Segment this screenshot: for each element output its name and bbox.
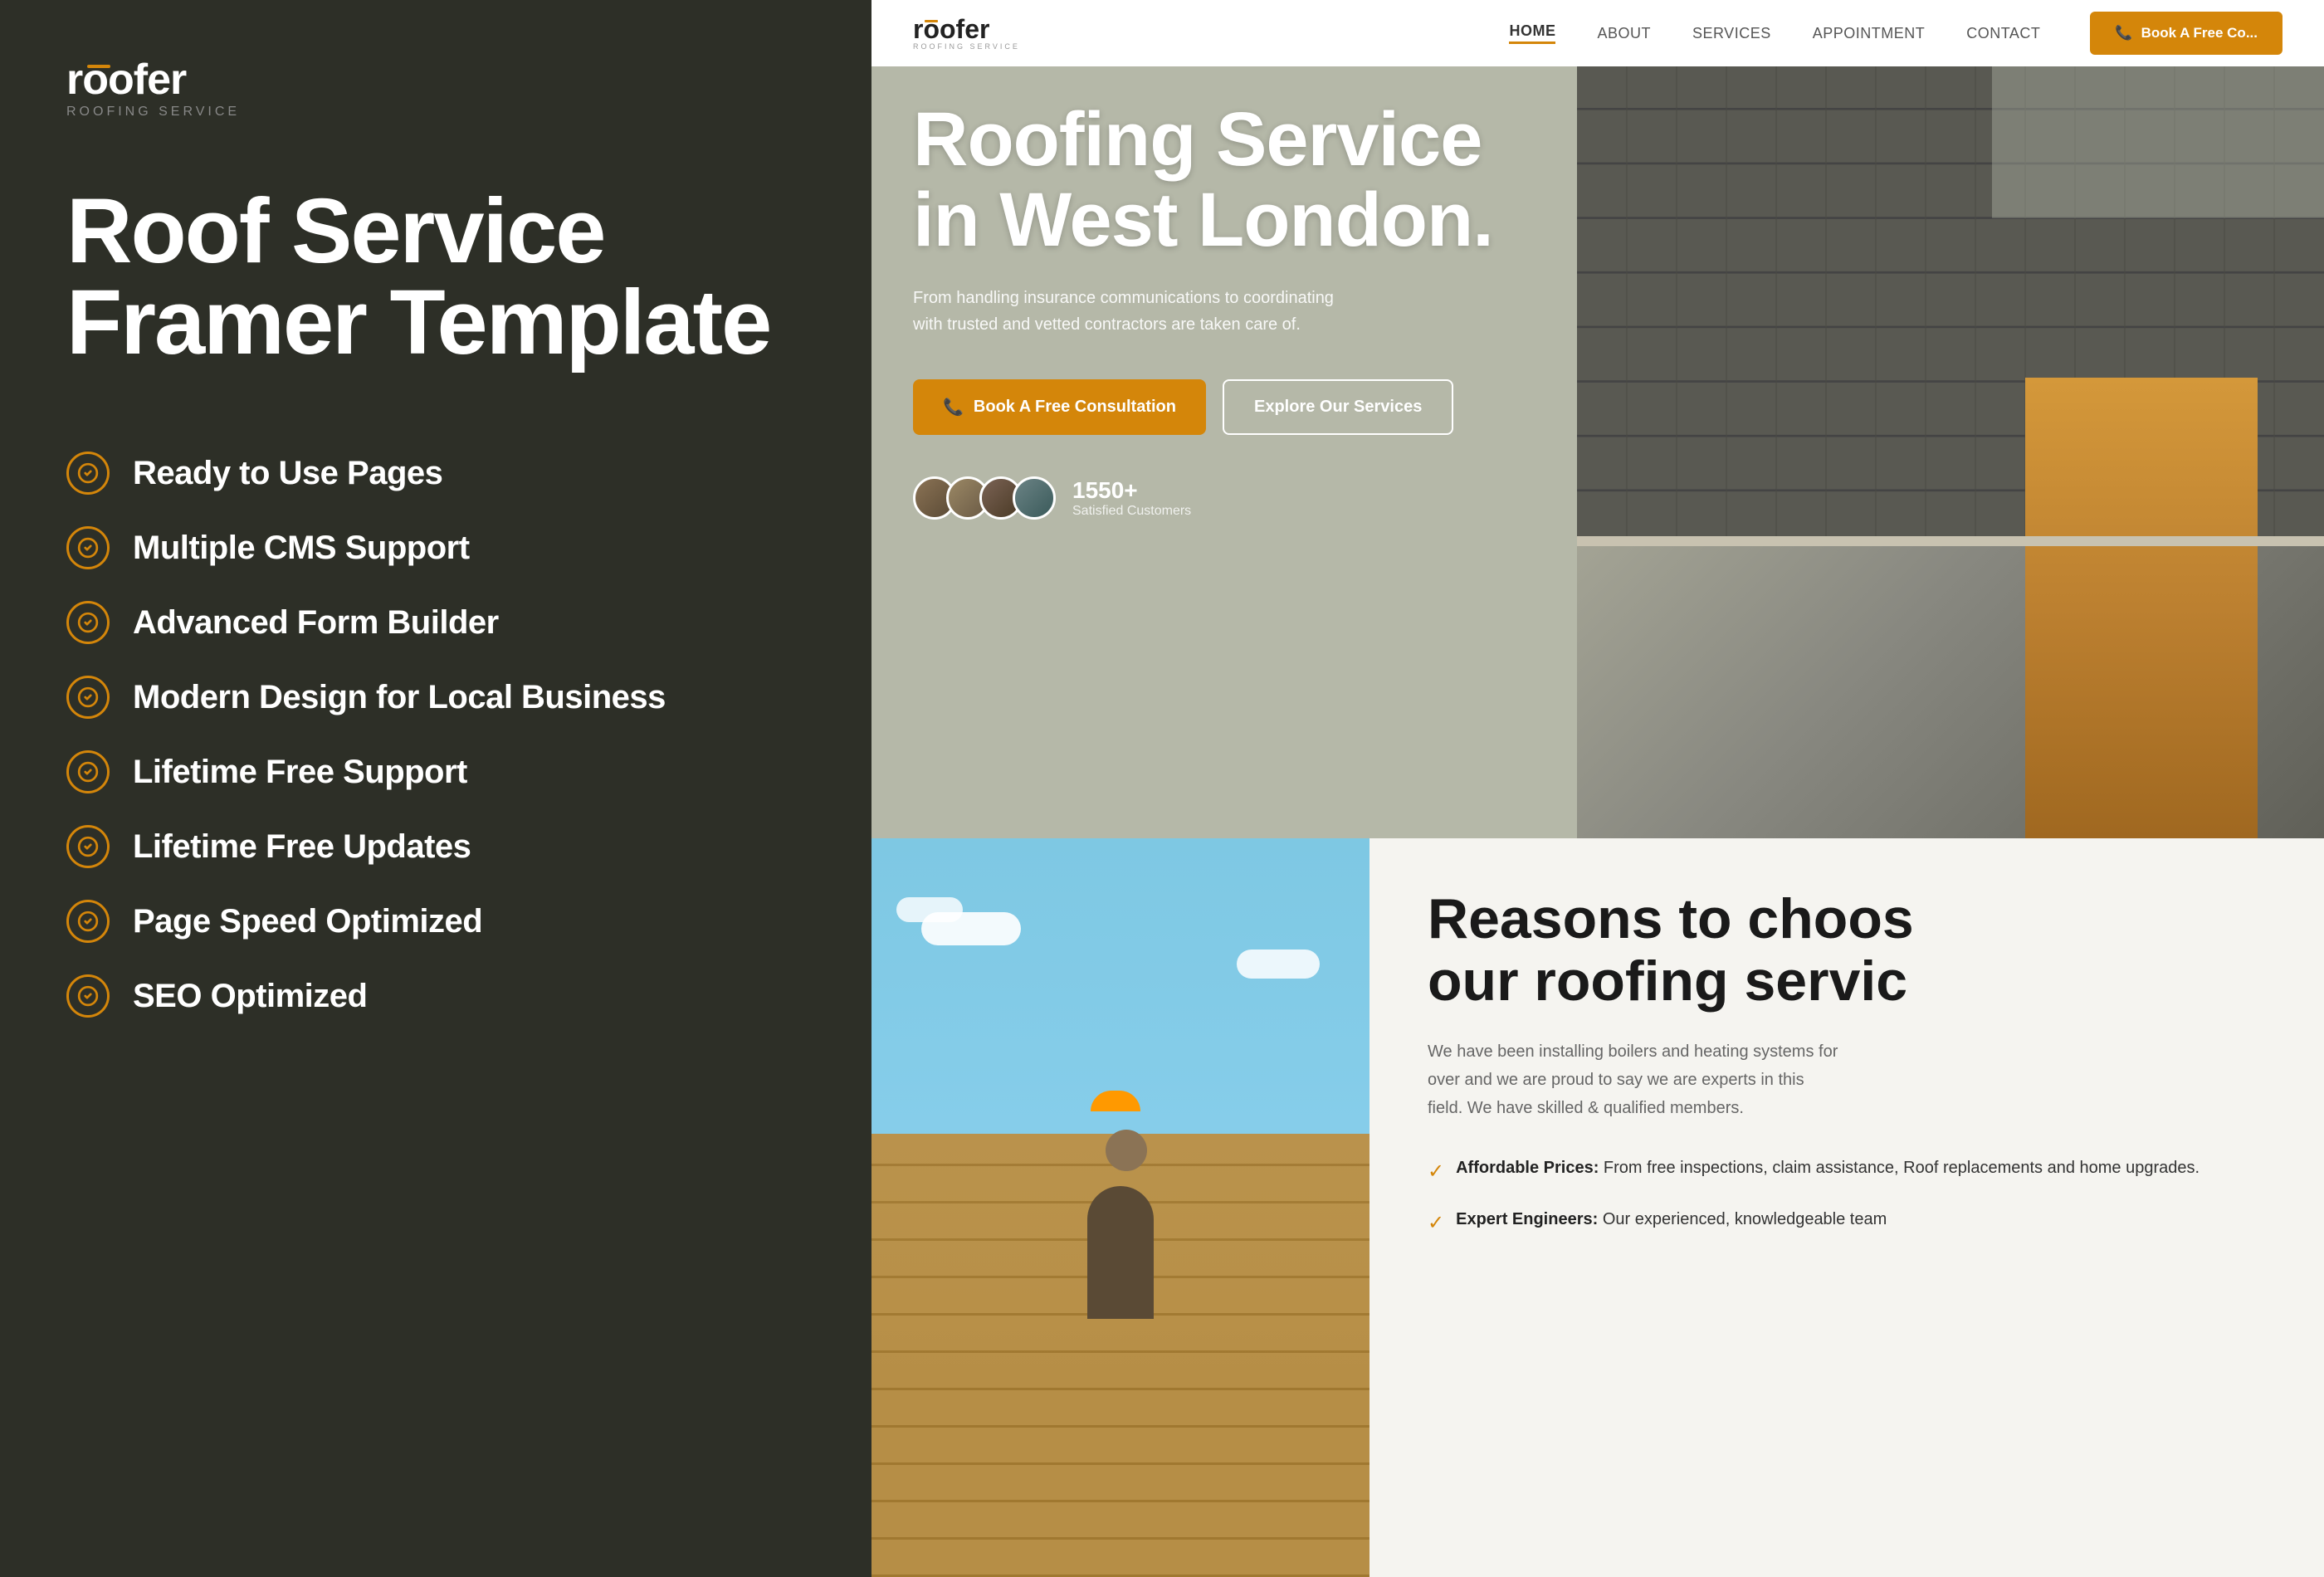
feature-item-ready-pages: Ready to Use Pages: [66, 452, 805, 495]
stats-text: 1550+ Satisfied Customers: [1072, 477, 1191, 519]
feature-item-speed: Page Speed Optimized: [66, 900, 805, 943]
feature-text-form: Advanced Form Builder: [133, 604, 499, 642]
website-bottom-section: Reasons to choos our roofing servic We h…: [872, 838, 2324, 1577]
check-icon-updates: [66, 825, 110, 868]
hero-cta-primary-label: Book A Free Consultation: [974, 398, 1176, 417]
hero-cta-primary[interactable]: 📞 Book A Free Consultation: [913, 379, 1206, 435]
reasons-subtitle: We have been installing boilers and heat…: [1428, 1038, 1843, 1122]
nav-link-appointment[interactable]: APPOINTMENT: [1813, 25, 1926, 42]
stats-number: 1550+: [1072, 477, 1191, 504]
feature-text-seo: SEO Optimized: [133, 978, 367, 1015]
nav-links: HOME ABOUT SERVICES APPOINTMENT CONTACT: [1509, 22, 2040, 44]
right-panel: roofer ROOFING SERVICE HOME ABOUT SERVIC…: [872, 0, 2324, 1577]
nav-logo-text: roofer: [913, 16, 1020, 42]
feature-text-support: Lifetime Free Support: [133, 754, 467, 791]
check-icon-seo: [66, 974, 110, 1018]
feature-item-updates: Lifetime Free Updates: [66, 825, 805, 868]
feature-text-cms: Multiple CMS Support: [133, 530, 470, 567]
hero-stats: 1550+ Satisfied Customers: [913, 476, 1493, 520]
title-line1: Roof Service: [66, 180, 604, 282]
stats-label: Satisfied Customers: [1072, 504, 1191, 519]
reasons-title: Reasons to choos our roofing servic: [1428, 888, 2266, 1013]
left-logo-area: roofer ROOFING SERVICE: [66, 58, 805, 120]
feature-text-updates: Lifetime Free Updates: [133, 828, 471, 866]
hero-title-line1: Roofing Service: [913, 97, 1482, 182]
roof-visual: [1577, 0, 2324, 838]
nav-bar: roofer ROOFING SERVICE HOME ABOUT SERVIC…: [872, 0, 2324, 66]
nav-link-services[interactable]: SERVICES: [1692, 25, 1771, 42]
left-panel: roofer ROOFING SERVICE Roof Service Fram…: [0, 0, 872, 1577]
feature-item-seo: SEO Optimized: [66, 974, 805, 1018]
check-icon-modern: [66, 676, 110, 719]
worker-image-section: [872, 838, 1370, 1577]
nav-link-home[interactable]: HOME: [1509, 22, 1555, 44]
feature-text-ready-pages: Ready to Use Pages: [133, 455, 442, 492]
nav-link-about[interactable]: ABOUT: [1597, 25, 1651, 42]
feature-item-cms: Multiple CMS Support: [66, 526, 805, 569]
worker-image: [872, 838, 1370, 1577]
reason-text-engineers: Expert Engineers: Our experienced, knowl…: [1456, 1207, 1887, 1232]
feature-item-support: Lifetime Free Support: [66, 750, 805, 793]
reason-item-engineers: ✓ Expert Engineers: Our experienced, kno…: [1428, 1207, 2266, 1238]
nav-link-contact[interactable]: CONTACT: [1966, 25, 2040, 42]
avatar-4: [1013, 476, 1056, 520]
feature-text-modern: Modern Design for Local Business: [133, 679, 666, 716]
nav-cta-label: Book A Free Co...: [2141, 25, 2258, 42]
reasons-features: ✓ Affordable Prices: From free inspectio…: [1428, 1155, 2266, 1238]
check-icon-form: [66, 601, 110, 644]
reasons-title-line2: our roofing servic: [1428, 950, 1907, 1013]
check-icon-support: [66, 750, 110, 793]
phone-icon-hero: 📞: [943, 397, 964, 417]
features-list: Ready to Use Pages Multiple CMS Support …: [66, 452, 805, 1018]
hero-cta-secondary-label: Explore Our Services: [1254, 398, 1422, 416]
reason-check-affordable: ✓: [1428, 1157, 1444, 1187]
reasons-section: Reasons to choos our roofing servic We h…: [1370, 838, 2324, 1577]
check-icon-ready-pages: [66, 452, 110, 495]
reason-check-engineers: ✓: [1428, 1208, 1444, 1238]
hero-title: Roofing Service in West London.: [913, 100, 1493, 260]
phone-icon: 📞: [2115, 25, 2132, 42]
feature-item-form: Advanced Form Builder: [66, 601, 805, 644]
roof-image: [1577, 0, 2324, 838]
main-title: Roof Service Framer Template: [66, 186, 805, 369]
reason-item-affordable: ✓ Affordable Prices: From free inspectio…: [1428, 1155, 2266, 1187]
feature-item-modern: Modern Design for Local Business: [66, 676, 805, 719]
hero-cta-secondary[interactable]: Explore Our Services: [1223, 379, 1453, 435]
check-icon-cms: [66, 526, 110, 569]
customer-avatars: [913, 476, 1056, 520]
reason-text-affordable: Affordable Prices: From free inspections…: [1456, 1155, 2200, 1180]
reasons-title-line1: Reasons to choos: [1428, 887, 1914, 950]
check-icon-speed: [66, 900, 110, 943]
nav-logo: roofer ROOFING SERVICE: [913, 16, 1020, 51]
hero-content: Roofing Service in West London. From han…: [913, 100, 1493, 520]
left-logo-subtitle: ROOFING SERVICE: [66, 105, 805, 120]
left-logo-text: roofer: [66, 58, 805, 101]
feature-text-speed: Page Speed Optimized: [133, 903, 482, 940]
hero-subtitle: From handling insurance communications t…: [913, 285, 1345, 338]
hero-title-line2: in West London.: [913, 178, 1493, 262]
title-line2: Framer Template: [66, 271, 770, 374]
nav-cta-button[interactable]: 📞 Book A Free Co...: [2090, 12, 2282, 55]
website-hero-section: roofer ROOFING SERVICE HOME ABOUT SERVIC…: [872, 0, 2324, 838]
hero-buttons: 📞 Book A Free Consultation Explore Our S…: [913, 379, 1493, 435]
